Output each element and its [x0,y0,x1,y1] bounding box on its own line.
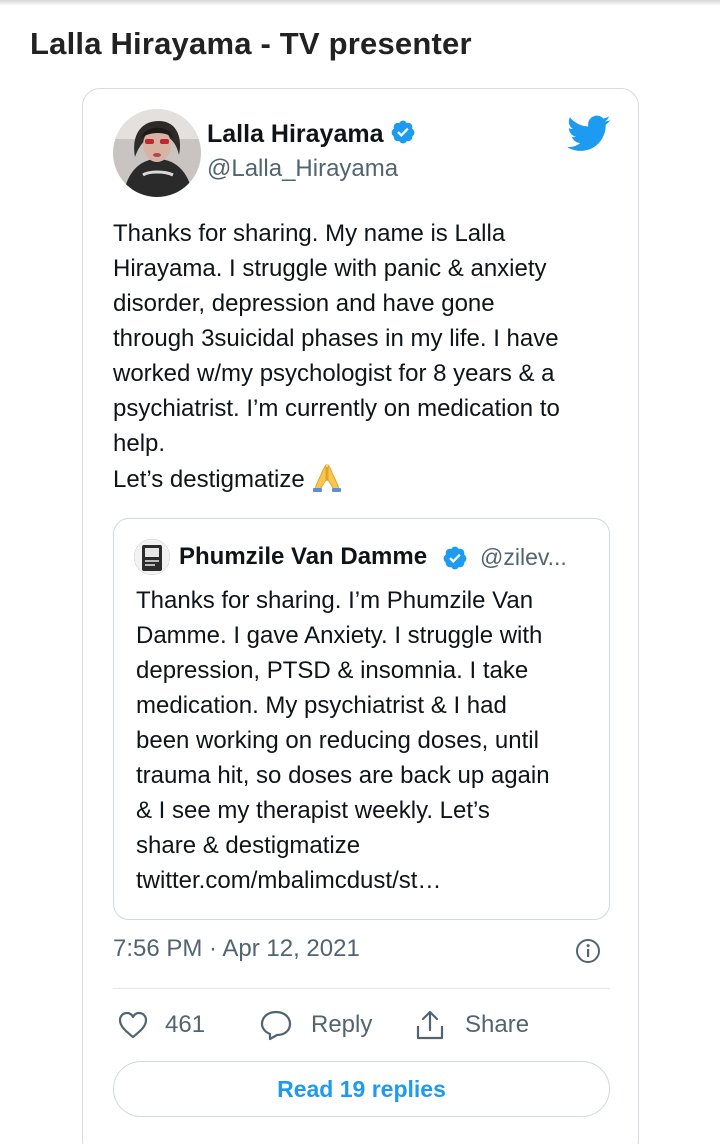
page-title: Lalla Hirayama - TV presenter [30,26,472,61]
tweet-text-body: Thanks for sharing. My name is Lalla Hir… [113,220,560,493]
verified-badge-icon [443,546,467,570]
folded-hands-icon [312,463,341,492]
verified-badge-icon [391,120,414,144]
top-shadow [0,0,720,6]
like-button[interactable]: 461 [117,1005,205,1045]
quoted-author-avatar[interactable] [134,539,170,575]
author-handle[interactable]: @Lalla_Hirayama [207,155,398,183]
reply-bubble-icon [260,1010,292,1041]
info-icon[interactable] [575,938,601,964]
share-label: Share [465,1011,530,1038]
quoted-tweet-text: Thanks for sharing. I’m Phumzile Van Dam… [136,587,550,894]
reply-button[interactable]: Reply [259,1005,372,1045]
author-name-text: Lalla Hirayama [207,120,384,148]
reply-label: Reply [311,1011,373,1038]
tweet-text: Thanks for sharing. My name is Lalla Hir… [113,216,623,497]
share-button[interactable]: Share [413,1005,529,1045]
author-name[interactable]: Lalla Hirayama [207,119,416,149]
divider [113,988,610,989]
read-replies-button[interactable]: Read 19 replies [113,1061,610,1117]
quoted-author-name[interactable]: Phumzile Van Damme [179,543,427,571]
share-upload-icon [416,1010,444,1040]
tweet-timestamp[interactable]: 7:56 PM · Apr 12, 2021 [113,935,360,963]
tweet-card[interactable]: Lalla Hirayama @Lalla_Hirayama Thanks fo… [82,88,639,1144]
like-count: 461 [165,1011,206,1038]
heart-icon [118,1011,148,1039]
author-avatar[interactable] [113,109,201,197]
twitter-bird-icon[interactable] [567,115,611,153]
quoted-author-handle[interactable]: @zilev... [480,544,567,571]
quoted-tweet[interactable]: Phumzile Van Damme @zilev... Thanks for … [113,518,610,920]
